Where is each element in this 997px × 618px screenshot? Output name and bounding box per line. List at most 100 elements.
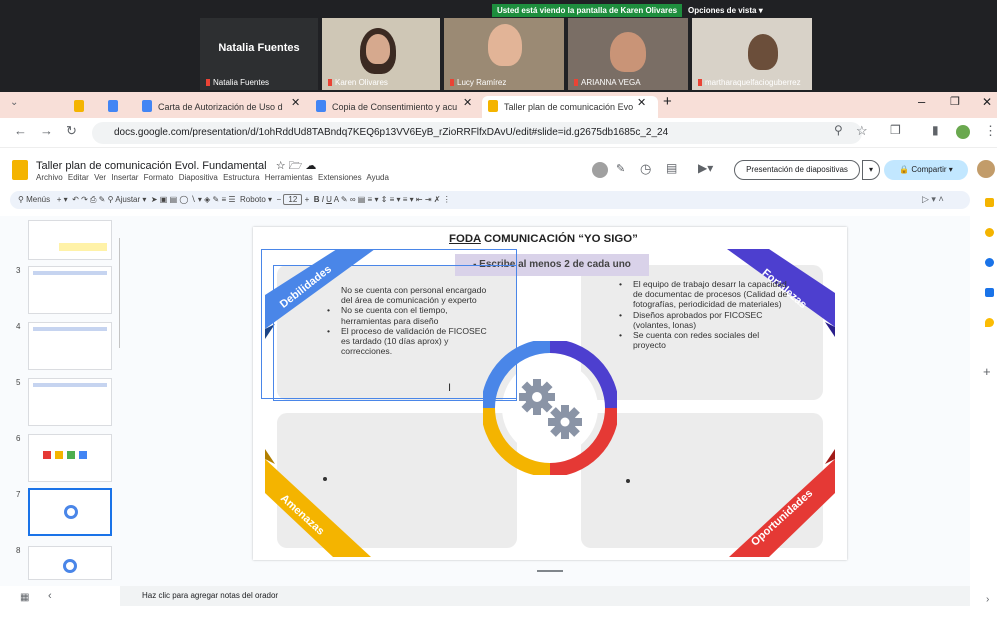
new-slide-icon[interactable]: + ▾: [57, 195, 68, 204]
back-icon[interactable]: ←: [14, 123, 27, 138]
menu-ayuda[interactable]: Ayuda: [366, 173, 389, 182]
increase-indent-icon[interactable]: ⇥: [425, 195, 432, 204]
highlight-icon[interactable]: ✎: [341, 195, 348, 204]
minimize-icon[interactable]: –: [918, 94, 925, 109]
fill-color-icon[interactable]: ◈: [204, 195, 210, 204]
add-addon-icon[interactable]: +: [983, 364, 991, 379]
border-dash-icon[interactable]: ☰: [228, 195, 235, 204]
clear-format-icon[interactable]: ✗: [434, 195, 441, 204]
redo-icon[interactable]: ↷: [81, 195, 88, 204]
maps-icon[interactable]: [985, 318, 994, 327]
comments-icon[interactable]: ▤: [666, 161, 677, 175]
strengths-textbox[interactable]: El equipo de trabajo desarr la capacidad…: [619, 279, 789, 391]
menu-herramientas[interactable]: Herramientas: [265, 173, 313, 182]
fit-dropdown[interactable]: Ajustar ▾: [115, 195, 146, 204]
tasks-icon[interactable]: [985, 258, 994, 267]
zoom-icon[interactable]: ⚲: [834, 123, 843, 137]
print-icon[interactable]: ⎙: [90, 195, 96, 204]
font-dropdown[interactable]: Roboto ▾: [240, 195, 272, 204]
new-tab-icon[interactable]: +: [663, 93, 672, 110]
selection-box-inner[interactable]: [273, 265, 517, 401]
border-weight-icon[interactable]: ≡: [221, 195, 226, 204]
more-icon[interactable]: ⋮: [443, 195, 451, 204]
chat-icon[interactable]: ✎: [616, 162, 625, 175]
profile-avatar[interactable]: [956, 125, 970, 139]
slide-thumbnail[interactable]: [28, 378, 112, 426]
slide-thumbnail-selected[interactable]: [28, 488, 112, 536]
line-spacing-icon[interactable]: ⇕: [381, 195, 388, 204]
border-color-icon[interactable]: ✎: [213, 195, 220, 204]
sidebar-icon[interactable]: ▮: [932, 123, 939, 137]
paint-format-icon[interactable]: ✎: [99, 195, 106, 204]
folder-icon[interactable]: 🗁: [289, 160, 303, 172]
star-icon[interactable]: ☆: [276, 160, 286, 172]
tab-docs[interactable]: [108, 96, 124, 118]
participant-tile-martha[interactable]: martharaquelfacioguberrez: [692, 18, 812, 90]
close-tab-icon[interactable]: ✕: [291, 96, 300, 109]
numbered-list-icon[interactable]: ≡ ▾: [403, 195, 414, 204]
slide[interactable]: FODA COMUNICACIÓN “YO SIGO” - Escribe al…: [253, 227, 847, 560]
restore-icon[interactable]: ❐: [950, 95, 960, 108]
menu-ver[interactable]: Ver: [94, 173, 106, 182]
undo-icon[interactable]: ↶: [72, 195, 79, 204]
font-size-input[interactable]: 12: [283, 194, 303, 205]
browser-menu-icon[interactable]: ⋮: [984, 123, 997, 139]
text-color-icon[interactable]: A: [334, 195, 339, 204]
slides-logo[interactable]: [12, 160, 28, 180]
expand-panel-icon[interactable]: ›: [986, 594, 989, 605]
grid-view-icon[interactable]: ▦: [20, 592, 29, 603]
close-window-icon[interactable]: ✕: [982, 95, 992, 109]
participant-tile-arianna[interactable]: ARIANNA VEGA: [568, 18, 688, 90]
menu-extensiones[interactable]: Extensiones: [318, 173, 362, 182]
present-dropdown[interactable]: ▾: [862, 160, 880, 180]
present-button[interactable]: Presentación de diapositivas: [734, 160, 860, 180]
forward-icon[interactable]: →: [40, 123, 53, 138]
bold-icon[interactable]: B: [314, 195, 320, 204]
view-options-button[interactable]: Opciones de vista ▾: [688, 4, 763, 17]
textbox-icon[interactable]: ▣: [160, 195, 168, 204]
tab-search-icon[interactable]: ⌄: [10, 97, 18, 108]
select-icon[interactable]: ➤: [151, 195, 158, 204]
bookmark-star-icon[interactable]: ☆: [856, 123, 868, 139]
decrease-font-icon[interactable]: −: [277, 195, 282, 204]
link-icon[interactable]: ∞: [350, 195, 356, 204]
comment-icon[interactable]: ▤: [358, 195, 366, 204]
menu-diapositiva[interactable]: Diapositiva: [179, 173, 218, 182]
meet-icon[interactable]: ▶▾: [698, 161, 713, 175]
participant-tile-lucy[interactable]: Lucy Ramírez: [444, 18, 564, 90]
share-button[interactable]: 🔒 Compartir ▾: [884, 160, 968, 180]
align-icon[interactable]: ≡ ▾: [368, 195, 379, 204]
history-icon[interactable]: ◷: [640, 161, 651, 177]
collapse-filmstrip-icon[interactable]: ‹: [48, 590, 52, 602]
italic-icon[interactable]: I: [322, 195, 324, 204]
close-tab-icon[interactable]: ✕: [463, 96, 472, 109]
slide-thumbnail[interactable]: [28, 546, 112, 580]
keep-icon[interactable]: [985, 198, 994, 207]
bulleted-list-icon[interactable]: ≡ ▾: [390, 195, 401, 204]
menu-insertar[interactable]: Insertar: [111, 173, 138, 182]
shape-icon[interactable]: ◯: [179, 195, 188, 204]
menus-search[interactable]: ⚲ Menús: [18, 195, 50, 204]
close-tab-icon[interactable]: ✕: [637, 96, 646, 109]
tab-taller[interactable]: Taller plan de comunicación Evo: [482, 96, 658, 118]
participant-tile-natalia[interactable]: Natalia Fuentes Natalia Fuentes: [200, 18, 318, 90]
slide-thumbnail[interactable]: [28, 434, 112, 482]
extensions-icon[interactable]: ❒: [890, 123, 901, 137]
slide-thumbnail[interactable]: [28, 220, 112, 260]
menu-estructura[interactable]: Estructura: [223, 173, 259, 182]
tab-carta[interactable]: Carta de Autorización de Uso d: [142, 96, 304, 118]
menu-editar[interactable]: Editar: [68, 173, 89, 182]
decrease-indent-icon[interactable]: ⇤: [416, 195, 423, 204]
tab-copia[interactable]: Copia de Consentimiento y acu: [316, 96, 466, 118]
image-icon[interactable]: ▤: [170, 195, 178, 204]
collaborator-avatar[interactable]: [592, 162, 608, 178]
calendar-icon[interactable]: [985, 228, 994, 237]
underline-icon[interactable]: U: [326, 195, 332, 204]
reload-icon[interactable]: ↻: [66, 123, 77, 139]
account-avatar[interactable]: [977, 160, 995, 178]
participant-tile-karen[interactable]: Karen Olivares: [322, 18, 440, 90]
menu-archivo[interactable]: Archivo: [36, 173, 63, 182]
speaker-notes[interactable]: Haz clic para agregar notas del orador: [120, 586, 970, 606]
increase-font-icon[interactable]: +: [305, 195, 310, 204]
line-icon[interactable]: ∖ ▾: [191, 195, 202, 204]
